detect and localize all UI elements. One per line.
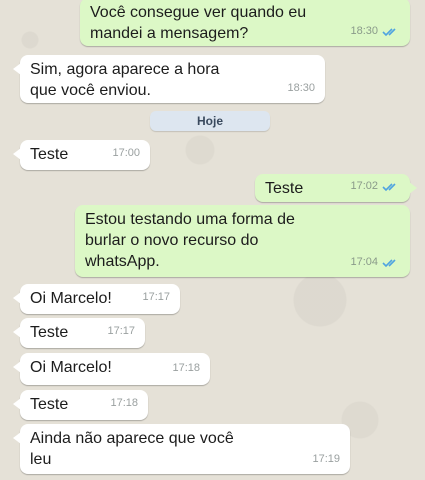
message-incoming[interactable]: Ainda não aparece que você leu 17:19 <box>13 424 350 474</box>
message-meta: 18:30 <box>350 21 400 42</box>
message-meta: 17:18 <box>110 393 138 414</box>
message-text: Ainda não aparece que você leu <box>30 430 234 468</box>
message-meta: 17:02 <box>350 176 400 197</box>
message-time: 18:30 <box>287 82 315 94</box>
message-time: 17:02 <box>350 180 378 192</box>
double-check-icon <box>382 182 396 191</box>
chat-area: Você consegue ver quando eu mandei a men… <box>0 0 425 480</box>
double-check-icon <box>382 258 396 267</box>
message-time: 17:00 <box>112 147 140 159</box>
message-meta: 18:30 <box>287 78 315 99</box>
message-meta: 17:19 <box>312 449 340 470</box>
message-time: 17:18 <box>110 397 138 409</box>
message-time: 17:19 <box>312 453 340 465</box>
message-meta: 17:04 <box>350 252 400 273</box>
message-meta: 17:00 <box>112 143 140 164</box>
message-incoming[interactable]: Teste 17:18 <box>13 390 148 420</box>
message-time: 17:04 <box>350 256 378 268</box>
message-meta: 17:17 <box>107 321 135 342</box>
message-time: 17:17 <box>142 291 170 303</box>
message-outgoing[interactable]: Estou testando uma forma de burlar o nov… <box>75 205 410 277</box>
message-incoming[interactable]: Oi Marcelo! 17:18 <box>13 353 210 385</box>
message-outgoing[interactable]: Teste 17:02 <box>255 174 417 202</box>
message-meta: 17:17 <box>142 287 170 308</box>
message-text: Sim, agora aparece a hora que você envio… <box>30 61 220 99</box>
date-divider: Hoje <box>150 111 270 131</box>
message-incoming[interactable]: Sim, agora aparece a hora que você envio… <box>13 55 325 103</box>
message-meta: 17:18 <box>172 358 200 379</box>
message-incoming[interactable]: Oi Marcelo! 17:17 <box>13 284 180 314</box>
message-time: 18:30 <box>350 25 378 37</box>
double-check-icon <box>382 27 396 36</box>
message-incoming[interactable]: Teste 17:00 <box>13 140 150 170</box>
message-incoming[interactable]: Teste 17:17 <box>13 318 145 348</box>
message-time: 17:18 <box>172 362 200 374</box>
message-time: 17:17 <box>107 325 135 337</box>
message-outgoing[interactable]: Você consegue ver quando eu mandei a men… <box>80 0 410 46</box>
